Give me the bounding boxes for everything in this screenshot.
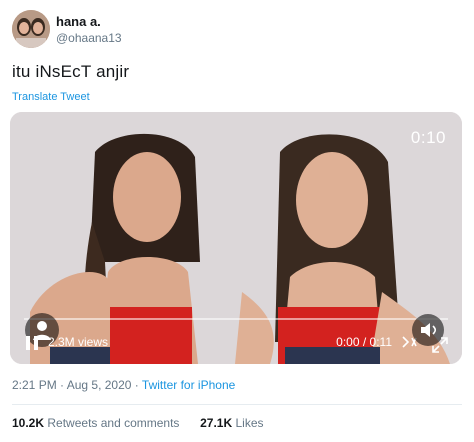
tweet-meta: 2:21 PM · Aug 5, 2020 · Twitter for iPho… [12,378,235,392]
video-duration: 0:11 [369,335,392,349]
video-time-readout: 0:00 / 0:11 [336,335,392,349]
time-separator: / [362,335,370,349]
tweet-date[interactable]: Aug 5, 2020 [67,378,132,392]
retweets-count: 10.2K [12,416,45,430]
likes-count: 27.1K [200,416,233,430]
tweet-source-link[interactable]: Twitter for iPhone [142,378,235,392]
meta-separator: · [134,378,139,392]
retweets-stat[interactable]: 10.2K Retweets and comments [12,416,183,430]
video-views: 2.3M views [48,335,109,349]
user-name[interactable]: hana a. [56,14,101,29]
retweets-label: Retweets and comments [47,416,180,430]
video-controls: 2.3M views 0:00 / 0:11 [10,304,462,364]
video-player[interactable]: 0:10 2.3M views 0:00 / 0:11 [10,112,462,364]
translate-tweet-link[interactable]: Translate Tweet [12,91,90,103]
meta-separator: · [60,378,65,392]
fullscreen-icon[interactable] [432,337,448,353]
video-timer: 0:10 [410,128,446,147]
tweet-stats: 10.2K Retweets and comments 27.1K Likes [12,416,264,430]
tweet-card: hana a. @ohaana13 itu iNsEcT anjir Trans… [0,0,474,442]
video-progress-bar[interactable] [24,318,448,320]
tweet-time[interactable]: 2:21 PM [12,378,57,392]
user-handle[interactable]: @ohaana13 [56,31,122,45]
avatar[interactable] [12,10,50,48]
likes-stat[interactable]: 27.1K Likes [200,416,263,430]
pause-icon[interactable] [24,335,40,351]
video-position: 0:00 [336,335,360,349]
divider [12,404,462,405]
likes-label: Likes [235,416,264,430]
tweet-text: itu iNsEcT anjir [12,62,130,81]
